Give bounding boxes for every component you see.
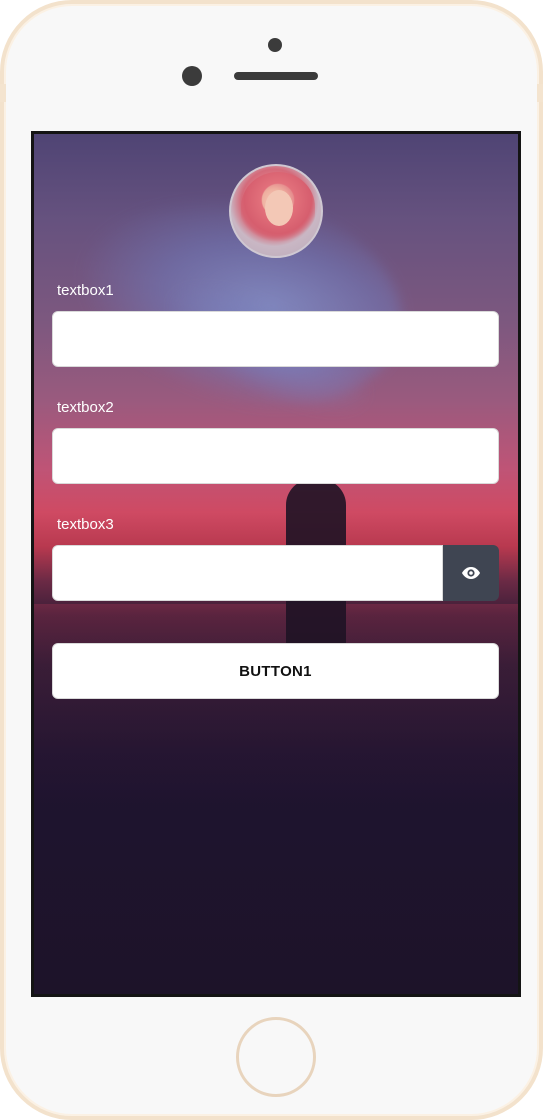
phone-side-button-right (537, 84, 543, 102)
profile-avatar (229, 164, 323, 258)
app-screen: textbox1 textbox2 textbox3 BUTTON1 (31, 131, 521, 997)
phone-frame: textbox1 textbox2 textbox3 BUTTON1 (0, 0, 543, 1120)
eye-icon (462, 567, 480, 579)
earpiece-speaker (234, 72, 318, 80)
textbox3-label: textbox3 (57, 516, 114, 533)
phone-side-button-left (0, 84, 6, 102)
front-camera (268, 38, 282, 52)
button1[interactable]: BUTTON1 (52, 643, 499, 699)
textbox1-label: textbox1 (57, 282, 114, 299)
home-button[interactable] (236, 1017, 316, 1097)
textbox2-label: textbox2 (57, 399, 114, 416)
proximity-sensor (182, 66, 202, 86)
textbox1-input[interactable] (52, 311, 499, 367)
show-password-toggle[interactable] (443, 545, 499, 601)
textbox3-password-input[interactable] (52, 545, 443, 601)
textbox2-input[interactable] (52, 428, 499, 484)
